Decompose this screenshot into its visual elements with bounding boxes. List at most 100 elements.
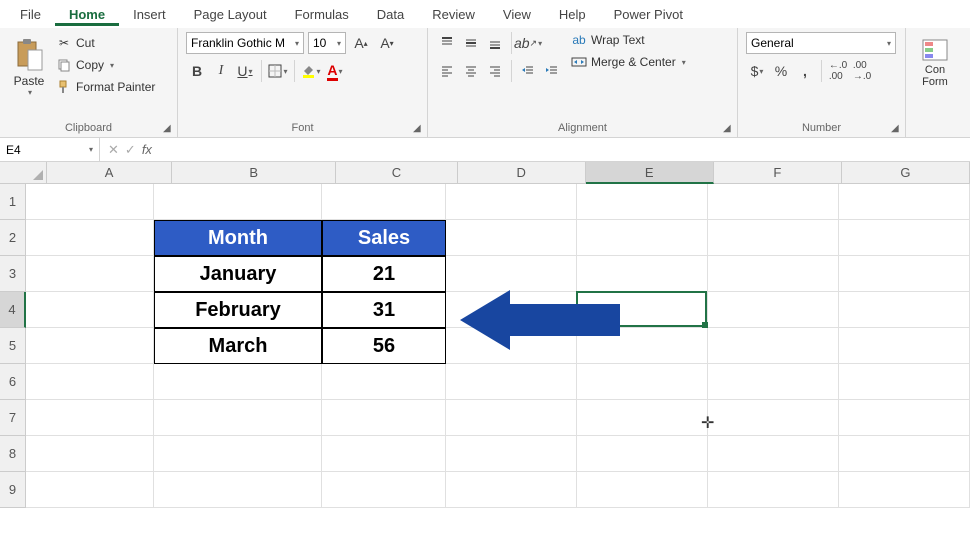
cell-G5[interactable] [839,328,970,364]
align-right-button[interactable] [484,60,506,82]
cell-F4[interactable] [708,292,839,328]
cell-B2[interactable]: Month [154,220,322,256]
row-header-9[interactable]: 9 [0,472,26,508]
cell-G1[interactable] [839,184,970,220]
row-header-8[interactable]: 8 [0,436,26,472]
row-header-2[interactable]: 2 [0,220,26,256]
cell-D7[interactable] [446,400,577,436]
col-header-G[interactable]: G [842,162,970,184]
cell-F6[interactable] [708,364,839,400]
cell-C8[interactable] [322,436,446,472]
tab-power-pivot[interactable]: Power Pivot [600,3,697,26]
format-painter-button[interactable]: Format Painter [54,76,157,98]
col-header-C[interactable]: C [336,162,457,184]
cell-G4[interactable] [839,292,970,328]
fx-icon[interactable]: fx [142,142,152,157]
col-header-B[interactable]: B [172,162,336,184]
orientation-button[interactable]: ab↗▾ [517,32,539,54]
cell-F5[interactable] [708,328,839,364]
row-header-4[interactable]: 4 [0,292,26,328]
cell-G2[interactable] [839,220,970,256]
name-box[interactable]: E4▾ [0,138,100,161]
cell-A5[interactable] [26,328,154,364]
tab-insert[interactable]: Insert [119,3,180,26]
cell-F9[interactable] [708,472,839,508]
cell-C7[interactable] [322,400,446,436]
cell-D6[interactable] [446,364,577,400]
tab-home[interactable]: Home [55,3,119,26]
cut-button[interactable]: ✂ Cut [54,32,157,54]
cell-F1[interactable] [708,184,839,220]
cell-B9[interactable] [154,472,322,508]
enter-icon[interactable]: ✓ [125,142,136,158]
cell-A2[interactable] [26,220,154,256]
increase-decimal-button[interactable]: ←.0.00 [827,60,849,82]
cell-B4[interactable]: February [154,292,322,328]
tab-page-layout[interactable]: Page Layout [180,3,281,26]
cell-G8[interactable] [839,436,970,472]
cell-A8[interactable] [26,436,154,472]
tab-formulas[interactable]: Formulas [281,3,363,26]
cell-E4[interactable] [577,292,708,328]
row-header-7[interactable]: 7 [0,400,26,436]
cell-E5[interactable] [577,328,708,364]
tab-data[interactable]: Data [363,3,418,26]
copy-button[interactable]: Copy ▾ [54,54,157,76]
cell-C2[interactable]: Sales [322,220,446,256]
font-name-select[interactable]: Franklin Gothic M▾ [186,32,304,54]
col-header-F[interactable]: F [714,162,842,184]
cell-C4[interactable]: 31 [322,292,446,328]
decrease-indent-button[interactable] [517,60,539,82]
cell-D8[interactable] [446,436,577,472]
col-header-E[interactable]: E [586,162,714,184]
cell-D9[interactable] [446,472,577,508]
underline-button[interactable]: U▾ [234,60,256,82]
increase-indent-button[interactable] [541,60,563,82]
fill-color-button[interactable]: ▾ [300,60,322,82]
cell-D1[interactable] [446,184,577,220]
cell-A4[interactable] [26,292,154,328]
cell-D2[interactable] [446,220,577,256]
row-header-1[interactable]: 1 [0,184,26,220]
tab-view[interactable]: View [489,3,545,26]
cell-E8[interactable] [577,436,708,472]
select-all-corner[interactable] [0,162,47,184]
font-size-select[interactable]: 10▾ [308,32,346,54]
align-left-button[interactable] [436,60,458,82]
cell-B8[interactable] [154,436,322,472]
cell-D5[interactable] [446,328,577,364]
cell-C1[interactable] [322,184,446,220]
cell-F7[interactable] [708,400,839,436]
percent-format-button[interactable]: % [770,60,792,82]
align-middle-button[interactable] [460,32,482,54]
cell-G3[interactable] [839,256,970,292]
cell-G9[interactable] [839,472,970,508]
increase-font-button[interactable]: A▴ [350,32,372,54]
cell-A3[interactable] [26,256,154,292]
cell-A9[interactable] [26,472,154,508]
cell-C3[interactable]: 21 [322,256,446,292]
align-center-button[interactable] [460,60,482,82]
cell-C6[interactable] [322,364,446,400]
dialog-launcher-icon[interactable]: ◢ [723,123,735,135]
decrease-decimal-button[interactable]: .00→.0 [851,60,873,82]
conditional-formatting-button[interactable]: Con Form [914,32,956,88]
cell-D3[interactable] [446,256,577,292]
row-header-6[interactable]: 6 [0,364,26,400]
cell-B6[interactable] [154,364,322,400]
cell-E3[interactable] [577,256,708,292]
cell-F8[interactable] [708,436,839,472]
borders-button[interactable]: ▾ [267,60,289,82]
number-format-select[interactable]: General▾ [746,32,896,54]
cell-E9[interactable] [577,472,708,508]
italic-button[interactable]: I [210,60,232,82]
col-header-D[interactable]: D [458,162,586,184]
cell-F3[interactable] [708,256,839,292]
paste-button[interactable]: Paste ▾ [8,32,50,97]
cell-C9[interactable] [322,472,446,508]
cell-E7[interactable] [577,400,708,436]
font-color-button[interactable]: A▾ [324,60,346,82]
cell-F2[interactable] [708,220,839,256]
tab-review[interactable]: Review [418,3,489,26]
merge-center-button[interactable]: Merge & Center▾ [571,54,686,70]
